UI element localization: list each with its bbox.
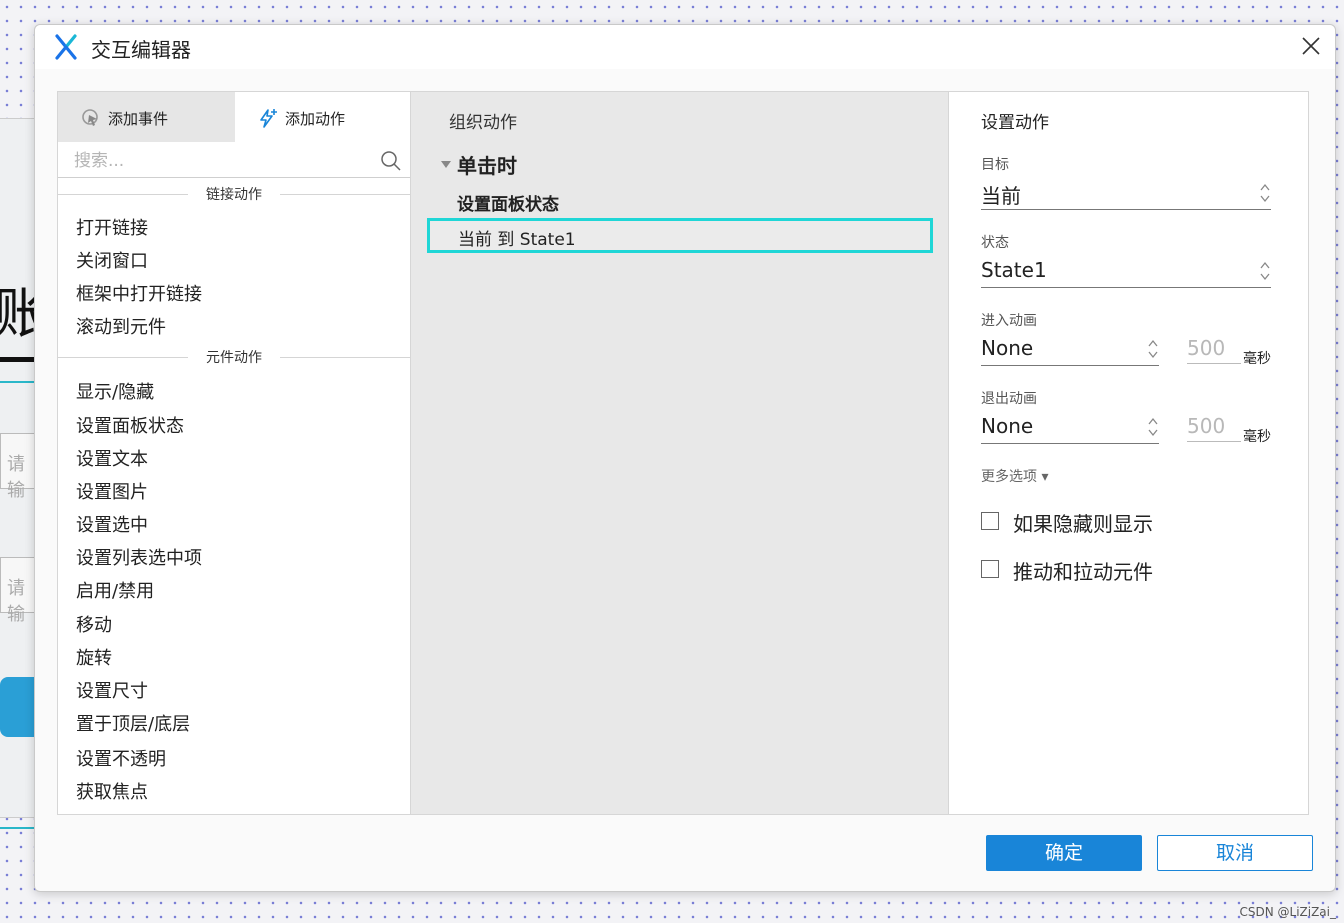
exit-animation-label: 退出动画: [981, 391, 1037, 407]
action-settings-title: 设置动作: [981, 113, 1049, 133]
action-settings-panel: 设置动作 目标 当前 状态 State1 进入动画 None 500 毫秒 退出…: [949, 91, 1309, 815]
cursor-click-icon: [82, 109, 98, 126]
tab-add-event-label: 添加事件: [108, 110, 169, 128]
action-item-scroll-to-widget[interactable]: 滚动到元件: [76, 313, 166, 339]
show-if-hidden-label: 如果隐藏则显示: [1013, 512, 1153, 536]
updown-chevron-icon: [1148, 339, 1158, 359]
enter-duration-unit: 毫秒: [1243, 351, 1271, 367]
action-item-open-in-frame[interactable]: 框架中打开链接: [76, 280, 202, 306]
action-item-close-window[interactable]: 关闭窗口: [76, 247, 148, 273]
watermark: CSDN @LiZiZai_: [1239, 905, 1336, 919]
exit-animation-value: None: [981, 414, 1034, 438]
state-select[interactable]: State1: [981, 256, 1271, 288]
exit-duration-input[interactable]: 500: [1187, 414, 1241, 442]
tab-add-action[interactable]: 添加动作: [235, 92, 410, 142]
enter-animation-select[interactable]: None: [981, 334, 1159, 366]
action-item-open-link[interactable]: 打开链接: [76, 214, 148, 240]
action-item-set-opacity[interactable]: 设置不透明: [76, 745, 166, 771]
section-header-widget-actions: 元件动作: [58, 347, 410, 367]
show-if-hidden-checkbox[interactable]: [981, 512, 999, 530]
target-select[interactable]: 当前: [981, 178, 1271, 210]
tab-add-action-label: 添加动作: [285, 110, 346, 128]
section-header-link-actions: 链接动作: [58, 184, 410, 204]
event-onclick[interactable]: 单击时: [441, 150, 517, 179]
event-onclick-label: 单击时: [457, 154, 517, 178]
collapse-triangle-icon[interactable]: [441, 161, 451, 168]
push-pull-checkbox[interactable]: [981, 560, 999, 578]
action-item-set-selected[interactable]: 设置选中: [76, 511, 148, 537]
action-item-bring-front-back[interactable]: 置于顶层/底层: [76, 710, 190, 736]
search-icon[interactable]: [380, 150, 402, 172]
enter-duration-input[interactable]: 500: [1187, 336, 1241, 364]
organize-actions-panel: 组织动作 单击时 设置面板状态 当前 到 State1: [411, 91, 949, 815]
axure-logo-icon: [55, 34, 77, 60]
ok-button[interactable]: 确定: [986, 835, 1142, 871]
search-bar: [58, 144, 410, 178]
dialog-title: 交互编辑器: [91, 38, 191, 62]
push-pull-label: 推动和拉动元件: [1013, 560, 1153, 584]
tab-add-event[interactable]: 添加事件: [58, 92, 235, 142]
state-label: 状态: [981, 235, 1009, 251]
target-value: 当前: [981, 184, 1021, 208]
enter-animation-label: 进入动画: [981, 313, 1037, 329]
action-item-show-hide[interactable]: 显示/隐藏: [76, 378, 154, 404]
action-item-set-image[interactable]: 设置图片: [76, 478, 148, 504]
exit-duration-unit: 毫秒: [1243, 429, 1271, 445]
action-item-set-text[interactable]: 设置文本: [76, 445, 148, 471]
action-item-set-size[interactable]: 设置尺寸: [76, 677, 148, 703]
library-tabs: 添加事件 添加动作: [58, 92, 410, 142]
updown-chevron-icon: [1148, 417, 1158, 437]
interaction-editor-dialog: 交互编辑器 添加事件 添加动作 搜索... 链接动作 打开链接 关闭窗口 框架中…: [34, 24, 1336, 892]
updown-chevron-icon: [1260, 183, 1270, 203]
cancel-button[interactable]: 取消: [1157, 835, 1313, 871]
organize-actions-title: 组织动作: [449, 113, 517, 133]
dialog-titlebar: 交互编辑器: [35, 25, 1335, 69]
more-options-toggle[interactable]: 更多选项 ▾: [981, 466, 1048, 486]
close-icon[interactable]: [1299, 34, 1323, 58]
action-item-move[interactable]: 移动: [76, 611, 112, 637]
target-label: 目标: [981, 157, 1009, 173]
enter-animation-value: None: [981, 336, 1034, 360]
actions-library-panel: 添加事件 添加动作 链接动作 打开链接 关闭窗口 框架中打开链接 滚动到元件 元…: [57, 91, 411, 815]
exit-animation-select[interactable]: None: [981, 412, 1159, 444]
search-input[interactable]: [74, 148, 364, 174]
state-value: State1: [981, 258, 1047, 282]
lightning-plus-icon: [260, 109, 277, 128]
updown-chevron-icon: [1260, 261, 1270, 281]
action-item-set-panel-state[interactable]: 设置面板状态: [76, 412, 184, 438]
action-item-rotate[interactable]: 旋转: [76, 644, 112, 670]
selected-action-row[interactable]: 当前 到 State1: [427, 218, 933, 253]
action-item-set-list-selected[interactable]: 设置列表选中项: [76, 544, 202, 570]
action-item-enable-disable[interactable]: 启用/禁用: [76, 577, 154, 603]
action-item-focus[interactable]: 获取焦点: [76, 778, 148, 804]
case-set-panel-state[interactable]: 设置面板状态: [457, 190, 559, 215]
